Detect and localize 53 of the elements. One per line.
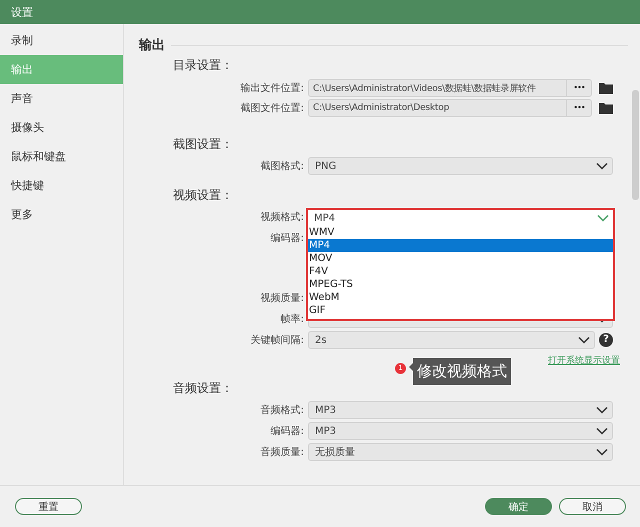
chevron-down-icon (596, 406, 608, 414)
field-label: 输出文件位置: (240, 82, 305, 95)
scrollbar-thumb[interactable] (632, 90, 639, 200)
sidebar-item[interactable]: 录制 (0, 26, 123, 55)
dropdown[interactable]: 无损质量 (308, 443, 613, 461)
field-label: 帧率: (280, 312, 305, 326)
sidebar-item[interactable]: 更多 (0, 200, 123, 229)
dropdown-option[interactable]: WebM (308, 291, 613, 304)
dropdown[interactable]: MP3 (308, 401, 613, 419)
dropdown[interactable]: 2s (308, 331, 595, 349)
dropdown[interactable]: MP4 (306, 208, 615, 226)
field-label: 关键帧间隔: (250, 334, 305, 347)
folder-icon (599, 102, 613, 114)
button[interactable]: 确定 (485, 498, 552, 515)
chevron-down-icon (597, 214, 609, 222)
sidebar-item[interactable]: 摄像头 (0, 113, 123, 142)
field-label: 音频格式: (260, 404, 305, 417)
group-title: 音频设置： (172, 380, 234, 396)
dropdown-option[interactable]: MPEG-TS (308, 278, 613, 291)
field-label: 截图格式: (260, 160, 305, 173)
browse-button[interactable]: ••• (566, 80, 591, 96)
dropdown-option[interactable]: WMV (308, 226, 613, 239)
help-icon[interactable]: ? (599, 333, 613, 347)
dropdown[interactable]: MP3 (308, 422, 613, 440)
sidebar-item[interactable]: 鼠标和键盘 (0, 142, 123, 171)
chevron-down-icon (596, 427, 608, 435)
field-label: 音频质量: (260, 446, 305, 459)
group-title: 目录设置： (172, 57, 234, 73)
chevron-down-icon (596, 448, 608, 456)
folder-icon (599, 82, 613, 94)
dropdown[interactable]: PNG (308, 157, 613, 175)
field-label: 视频格式: (260, 210, 305, 224)
path-field[interactable]: C:\Users\Administrator\Desktop ••• (308, 99, 592, 117)
window-title: 设置 (11, 4, 33, 20)
chevron-down-icon (596, 162, 608, 170)
section-heading: 输出 (139, 37, 165, 54)
dropdown-option[interactable]: F4V (308, 265, 613, 278)
field-label: 编码器: (270, 232, 305, 245)
field-label: 编码器: (270, 424, 305, 438)
group-title: 视频设置： (172, 187, 234, 203)
field-label: 截图文件位置: (240, 102, 305, 115)
field-label: 视频质量: (260, 292, 305, 305)
browse-button[interactable]: ••• (566, 100, 591, 116)
path-field[interactable]: C:\Users\Administrator\Videos\数据蛙\数据蛙录屏软件 ••• (308, 79, 592, 97)
button[interactable]: 重置 (15, 498, 82, 515)
group-title: 截图设置： (172, 136, 234, 152)
button[interactable]: 取消 (559, 498, 626, 515)
chevron-down-icon (578, 336, 590, 344)
dropdown-option[interactable]: MOV (308, 252, 613, 265)
dropdown-option[interactable]: MP4 (308, 239, 613, 252)
dropdown-option[interactable]: GIF (308, 304, 613, 317)
sidebar-item[interactable]: 声音 (0, 84, 123, 113)
sidebar-item[interactable]: 快捷键 (0, 171, 123, 200)
